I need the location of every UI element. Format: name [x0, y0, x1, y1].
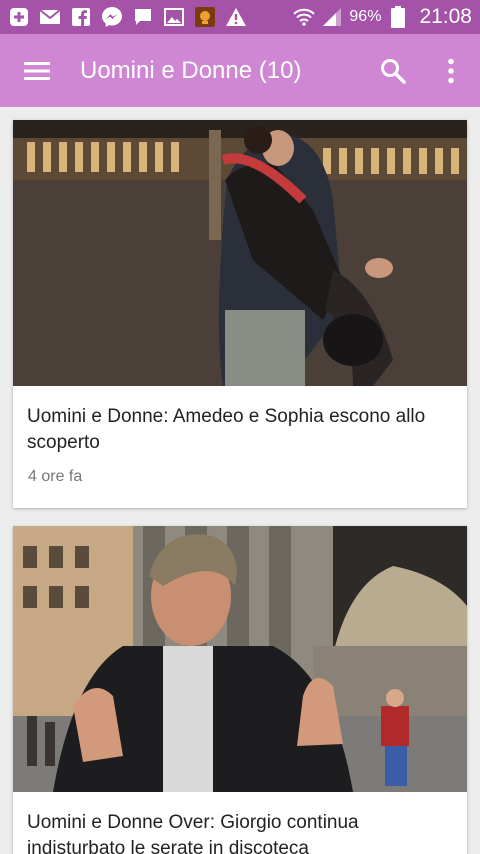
article-card[interactable]: Uomini e Donne: Amedeo e Sophia escono a… [13, 120, 467, 508]
messenger-icon [101, 6, 123, 28]
status-bar: 96% 21:08 [0, 0, 480, 34]
mail-icon [39, 6, 61, 28]
article-feed[interactable]: Uomini e Donne: Amedeo e Sophia escono a… [0, 107, 480, 854]
article-timestamp: 4 ore fa [28, 468, 83, 485]
overflow-menu-button[interactable] [428, 48, 474, 94]
app-bar: Uomini e Donne (10) [0, 34, 480, 107]
article-image[interactable] [13, 526, 467, 792]
clock: 21:08 [419, 5, 472, 28]
article-card[interactable]: Uomini e Donne Over: Giorgio continua in… [13, 526, 467, 854]
battery-icon [387, 6, 409, 28]
article-title[interactable]: Uomini e Donne: Amedeo e Sophia escono a… [13, 386, 467, 456]
wifi-icon [293, 6, 316, 28]
search-icon [381, 59, 406, 84]
menu-button[interactable] [0, 34, 74, 107]
facebook-icon [70, 6, 92, 28]
plus-box-icon [8, 6, 30, 28]
hamburger-menu-icon [24, 61, 50, 80]
app-notification-icon [194, 6, 216, 28]
system-status: 96% 21:08 [293, 5, 472, 29]
warning-icon [225, 6, 247, 28]
article-image[interactable] [13, 120, 467, 386]
chat-icon [132, 6, 154, 28]
more-vert-icon [448, 58, 454, 84]
page-title: Uomini e Donne (10) [80, 56, 302, 84]
article-title[interactable]: Uomini e Donne Over: Giorgio continua in… [13, 792, 467, 854]
image-icon [163, 6, 185, 28]
signal-icon [321, 6, 343, 28]
battery-percentage: 96% [349, 8, 382, 25]
search-button[interactable] [370, 48, 416, 94]
notification-icons [8, 6, 247, 28]
